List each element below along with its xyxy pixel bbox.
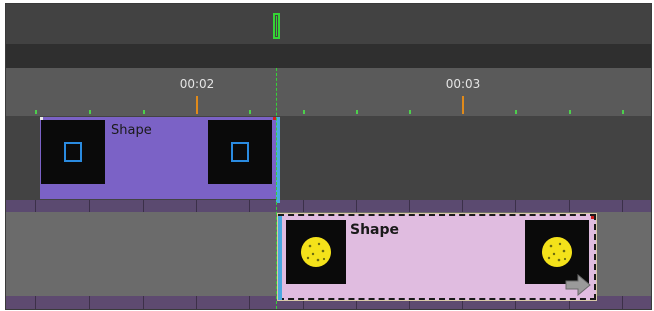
yellow-dotted-circle-icon	[542, 237, 572, 267]
grid-line	[249, 200, 250, 212]
shape-clip-2-selected[interactable]: Shape	[277, 213, 597, 301]
clip-corner-marker	[591, 216, 594, 219]
yellow-dotted-circle-icon	[301, 237, 331, 267]
shape-clip-1[interactable]: Shape	[40, 117, 280, 203]
minor-tick	[35, 110, 37, 114]
grid-line	[196, 296, 197, 309]
grid-line	[303, 200, 304, 212]
minor-tick	[515, 110, 517, 114]
clip-start-thumbnail	[41, 120, 105, 184]
clip-label: Shape	[111, 123, 152, 138]
scrub-marker-icon[interactable]	[273, 13, 280, 39]
time-label-1: 00:02	[179, 77, 215, 91]
minor-tick	[569, 110, 571, 114]
minor-tick	[303, 110, 305, 114]
grid-line	[196, 200, 197, 212]
timeline-panel: 00:02 00:03 Shape Shape	[5, 3, 652, 310]
minor-tick	[622, 110, 624, 114]
grid-line	[356, 200, 357, 212]
playhead-line[interactable]	[276, 68, 277, 309]
major-tick-1	[196, 96, 198, 114]
overview-strip[interactable]	[6, 4, 651, 44]
major-tick-2	[462, 96, 464, 114]
grid-line	[622, 200, 623, 212]
grid-line	[143, 296, 144, 309]
time-ruler[interactable]: 00:02 00:03	[6, 68, 651, 116]
grid-line	[143, 200, 144, 212]
minor-tick	[249, 110, 251, 114]
grid-line	[249, 296, 250, 309]
minor-tick	[356, 110, 358, 114]
grid-line	[462, 200, 463, 212]
grid-line	[409, 200, 410, 212]
grid-line	[35, 296, 36, 309]
track-1-footer	[6, 200, 651, 212]
grid-line	[89, 200, 90, 212]
minor-tick	[409, 110, 411, 114]
clip-start-thumbnail	[286, 220, 346, 284]
overview-scrollbar[interactable]	[6, 44, 651, 68]
square-outline-icon	[231, 142, 249, 162]
grid-line	[89, 296, 90, 309]
grid-line	[515, 200, 516, 212]
minor-tick	[89, 110, 91, 114]
square-outline-icon	[64, 142, 82, 162]
clip-trim-handle-left[interactable]	[278, 216, 282, 300]
grid-line	[622, 296, 623, 309]
time-label-2: 00:03	[445, 77, 481, 91]
grid-line	[35, 200, 36, 212]
move-arrow-icon[interactable]	[564, 274, 592, 296]
clip-label: Shape	[350, 222, 400, 238]
clip-end-thumbnail	[208, 120, 272, 184]
grid-line	[569, 200, 570, 212]
minor-tick	[143, 110, 145, 114]
